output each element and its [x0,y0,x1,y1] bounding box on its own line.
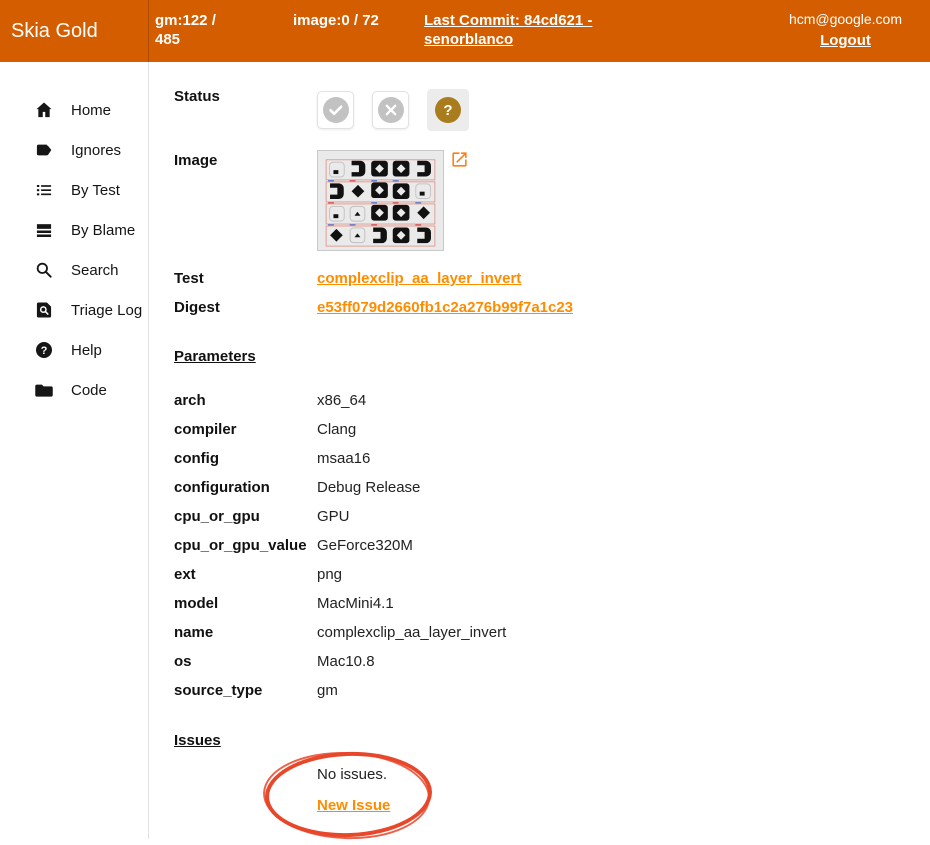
param-row: configmsaa16 [174,444,930,473]
label-icon [34,140,54,160]
param-row: osMac10.8 [174,647,930,676]
param-row: cpu_or_gpuGPU [174,502,930,531]
sidebar-item-label: Home [71,102,111,119]
param-row: configurationDebug Release [174,473,930,502]
param-row: archx86_64 [174,386,930,415]
image-counter: image:0 / 72 [293,11,379,30]
sidebar-item-code[interactable]: Code [0,370,148,410]
param-row: cpu_or_gpu_valueGeForce320M [174,531,930,560]
app-title: Skia Gold [11,0,98,62]
svg-text:?: ? [41,345,48,357]
no-issues-text: No issues. [317,766,930,783]
parameters-table: archx86_64 compilerClang configmsaa16 co… [174,386,930,705]
sidebar-item-by-blame[interactable]: By Blame [0,210,148,250]
param-row: extpng [174,560,930,589]
search-icon [34,260,54,280]
logout-link[interactable]: Logout [820,32,871,49]
parameters-heading: Parameters [174,348,930,365]
param-row: compilerClang [174,415,930,444]
digest-label: Digest [174,299,317,316]
folder-icon [34,380,54,400]
issues-section: No issues. New Issue [317,766,930,815]
sidebar-item-label: Help [71,342,102,359]
page-search-icon [34,300,54,320]
svg-text:?: ? [443,102,452,119]
digest-detail: Status ? [150,62,930,845]
sidebar-item-label: Code [71,382,107,399]
help-icon: ? [34,340,54,360]
param-row: modelMacMini4.1 [174,589,930,618]
check-circle-icon [323,97,349,123]
sidebar-item-triage-log[interactable]: Triage Log [0,290,148,330]
test-link[interactable]: complexclip_aa_layer_invert [317,270,521,287]
top-header: Skia Gold gm:122 / 485 image:0 / 72 Last… [0,0,930,62]
list-icon [34,180,54,200]
sidebar-item-by-test[interactable]: By Test [0,170,148,210]
account-area: hcm@google.com Logout [789,11,902,49]
last-commit-link[interactable]: Last Commit: 84cd621 - senorblanco [424,11,606,49]
test-label: Test [174,270,317,287]
sidebar-item-label: By Test [71,182,120,199]
status-untriaged-button[interactable]: ? [427,89,469,131]
status-label: Status [174,86,317,105]
param-row: source_typegm [174,676,930,705]
status-button-group: ? [317,91,469,131]
status-negative-button[interactable] [372,91,409,129]
home-icon [34,100,54,120]
digest-thumbnail-image[interactable] [317,150,444,251]
status-positive-button[interactable] [317,91,354,129]
new-issue-link[interactable]: New Issue [317,797,390,814]
sidebar-item-label: Triage Log [71,302,142,319]
sidebar-item-help[interactable]: ? Help [0,330,148,370]
issues-heading: Issues [174,732,930,749]
open-image-icon[interactable] [450,150,469,169]
sidebar-item-search[interactable]: Search [0,250,148,290]
sidebar-item-home[interactable]: Home [0,90,148,130]
cancel-circle-icon [378,97,404,123]
sidebar-item-ignores[interactable]: Ignores [0,130,148,170]
sidebar-item-label: By Blame [71,222,135,239]
question-circle-icon: ? [435,97,461,123]
sidebar-item-label: Search [71,262,119,279]
sidebar: Home Ignores By Test [0,62,149,839]
gm-counter: gm:122 / 485 [155,11,233,49]
headline-bars-icon [34,220,54,240]
user-email: hcm@google.com [789,11,902,27]
skia-gold-page: Skia Gold gm:122 / 485 image:0 / 72 Last… [0,0,930,845]
param-row: namecomplexclip_aa_layer_invert [174,618,930,647]
header-divider [148,0,149,62]
sidebar-item-label: Ignores [71,142,121,159]
image-label: Image [174,150,317,169]
digest-link[interactable]: e53ff079d2660fb1c2a276b99f7a1c23 [317,299,573,316]
